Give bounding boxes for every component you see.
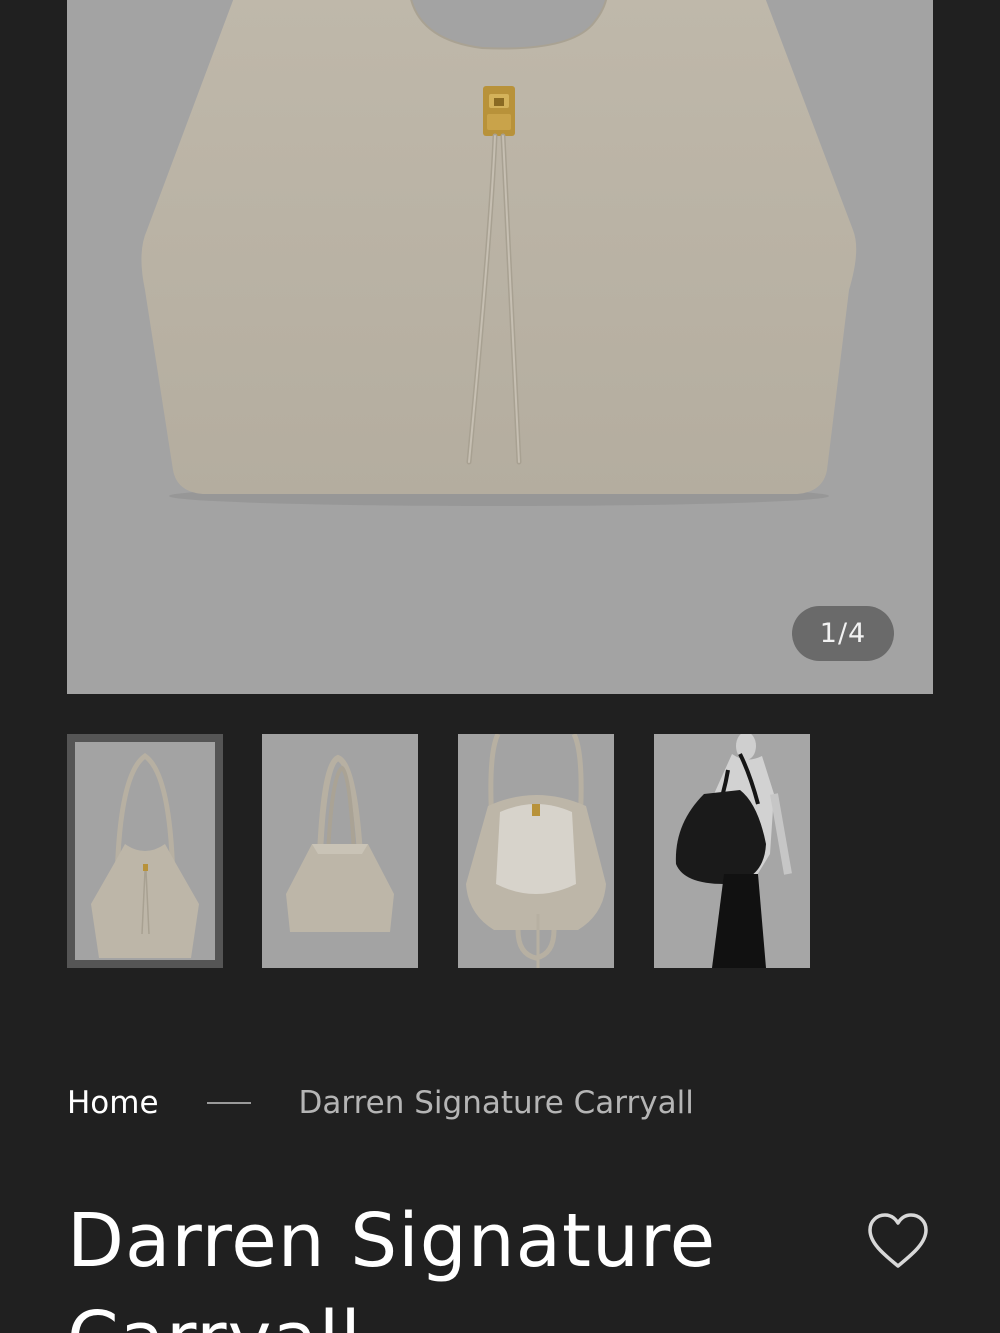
model-with-bag-thumbnail-image xyxy=(654,734,810,968)
breadcrumb-home-link[interactable]: Home xyxy=(67,1085,159,1121)
wishlist-button[interactable] xyxy=(866,1212,930,1272)
bag-front-thumbnail-image xyxy=(91,752,199,958)
breadcrumb: Home Darren Signature Carryall xyxy=(67,1078,694,1128)
thumbnail-front-view[interactable] xyxy=(67,734,223,968)
bag-side-thumbnail-image xyxy=(286,754,394,932)
product-page: 1/4 Home Darren Signature Carryall Darre… xyxy=(0,0,1000,1333)
thumbnail-side-view[interactable] xyxy=(262,734,418,968)
heart-outline-icon xyxy=(868,1213,928,1268)
bag-interior-thumbnail-image xyxy=(466,734,606,968)
thumbnail-worn-on-model[interactable] xyxy=(654,734,810,968)
thumbnail-open-interior-view[interactable] xyxy=(458,734,614,968)
main-product-image[interactable]: 1/4 xyxy=(67,0,933,694)
breadcrumb-separator xyxy=(206,1102,251,1104)
bag-front-illustration xyxy=(141,0,857,506)
product-title: Darren Signature Carryall xyxy=(67,1198,717,1333)
image-counter[interactable]: 1/4 xyxy=(792,606,894,661)
breadcrumb-current-page: Darren Signature Carryall xyxy=(298,1085,694,1121)
